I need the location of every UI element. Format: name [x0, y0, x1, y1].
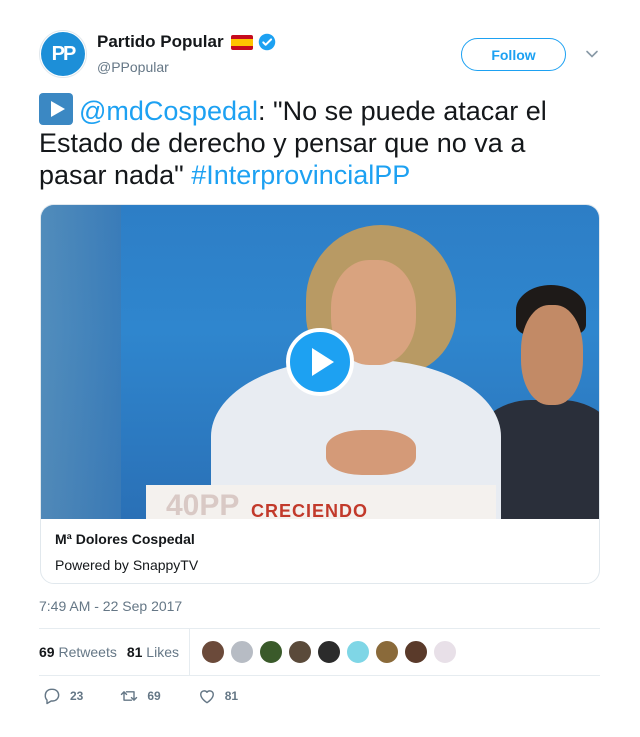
liker-avatar[interactable] [200, 640, 225, 664]
liker-avatar[interactable] [258, 640, 283, 664]
spain-flag-icon [230, 34, 253, 50]
podium-text: CRECIENDO [251, 501, 369, 519]
tweet-timestamp[interactable]: 7:49 AM - 22 Sep 2017 [39, 598, 182, 614]
retweet-button[interactable]: 69 [119, 686, 161, 706]
name-row: Partido Popular [97, 32, 276, 52]
mention-link[interactable]: @mdCospedal [79, 96, 258, 126]
card-subtitle: Powered by SnappyTV [55, 557, 199, 573]
likes-count: 81 [126, 644, 143, 660]
chevron-down-icon[interactable] [585, 47, 599, 61]
retweet-count: 69 [147, 689, 161, 703]
liker-avatars [200, 640, 462, 664]
liker-avatar[interactable] [374, 640, 399, 664]
likes-label: Likes [146, 644, 179, 660]
liker-avatar[interactable] [403, 640, 428, 664]
card-info: Mª Dolores Cospedal Powered by SnappyTV [41, 519, 599, 583]
stats-separator [188, 629, 190, 675]
like-button[interactable]: 81 [197, 686, 238, 706]
retweets-stat[interactable]: 69 Retweets [39, 644, 117, 660]
like-count: 81 [224, 689, 239, 703]
podium-logo: 40PP [166, 489, 240, 519]
liker-avatar[interactable] [316, 640, 341, 664]
hashtag-link[interactable]: #InterprovincialPP [191, 160, 410, 190]
heart-icon [199, 690, 214, 704]
tweet-stats: 69 Retweets 81 Likes [39, 629, 600, 675]
reply-button[interactable]: 23 [42, 686, 83, 706]
card-title: Mª Dolores Cospedal [55, 531, 195, 547]
liker-avatar[interactable] [229, 640, 254, 664]
divider [39, 675, 600, 676]
reply-count: 23 [70, 689, 84, 703]
video-player[interactable]: 40PP CRECIENDO [41, 205, 599, 519]
play-button-emoji-icon [39, 93, 73, 125]
user-handle[interactable]: @PPopular [97, 59, 169, 75]
retweets-count: 69 [39, 644, 55, 660]
verified-badge-icon [258, 33, 275, 51]
liker-avatar[interactable] [287, 640, 312, 664]
display-name[interactable]: Partido Popular [97, 32, 224, 52]
video-woman-hands [326, 430, 416, 475]
tweet-actions: 23 69 81 [42, 686, 274, 706]
retweet-icon [121, 691, 138, 701]
pp-logo-icon: PP [41, 32, 85, 76]
tweet-text: @mdCospedal: "No se puede atacar el Esta… [39, 93, 599, 191]
retweets-label: Retweets [58, 644, 117, 660]
follow-button[interactable]: Follow [461, 38, 566, 71]
avatar[interactable]: PP [39, 30, 87, 78]
video-card[interactable]: 40PP CRECIENDO Mª Dolores Cospedal Power… [40, 204, 600, 584]
liker-avatar[interactable] [345, 640, 370, 664]
likes-stat[interactable]: 81 Likes [127, 644, 179, 660]
tweet-header: PP Partido Popular @PPopular Follow [39, 30, 601, 82]
video-man-face [521, 305, 583, 405]
reply-icon [44, 688, 60, 705]
liker-avatar[interactable] [432, 640, 457, 664]
video-background [41, 205, 121, 519]
play-icon[interactable] [286, 328, 354, 396]
